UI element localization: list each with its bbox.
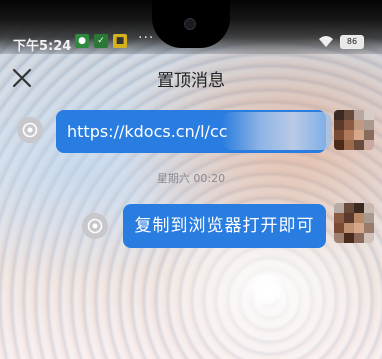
page-title: 置顶消息 bbox=[157, 71, 225, 91]
more-notifications-icon: ··· bbox=[138, 30, 155, 46]
text-message-text[interactable]: 复制到浏览器打开即可 bbox=[135, 216, 315, 236]
wifi-icon bbox=[319, 36, 333, 47]
view-eye-icon[interactable] bbox=[17, 117, 43, 143]
message-timestamp: 星期六 00:20 bbox=[156, 172, 226, 185]
link-message-text[interactable]: https://kdocs.cn/l/cc bbox=[67, 122, 228, 141]
battery-icon: 86 bbox=[340, 35, 364, 49]
notification-check-icon: ✓ bbox=[94, 34, 108, 48]
top-nav-bar: 置顶消息 bbox=[0, 54, 382, 100]
avatar[interactable] bbox=[334, 110, 374, 150]
light-glare bbox=[252, 274, 282, 304]
front-camera bbox=[184, 18, 196, 30]
chat-screen: 下午5:24 ● ✓ ■ ··· 86 置顶消息 https://kdocs.c… bbox=[0, 0, 382, 359]
notification-yellow-icon: ■ bbox=[113, 34, 127, 48]
status-bar: 下午5:24 ● ✓ ■ ··· 86 bbox=[0, 0, 382, 54]
text-message-bubble[interactable]: 复制到浏览器打开即可 bbox=[123, 204, 326, 248]
avatar[interactable] bbox=[334, 203, 374, 243]
redacted-link-area bbox=[222, 112, 332, 150]
notification-app-icon: ● bbox=[75, 34, 89, 48]
view-eye-icon[interactable] bbox=[82, 213, 108, 239]
status-time: 下午5:24 bbox=[13, 39, 72, 54]
